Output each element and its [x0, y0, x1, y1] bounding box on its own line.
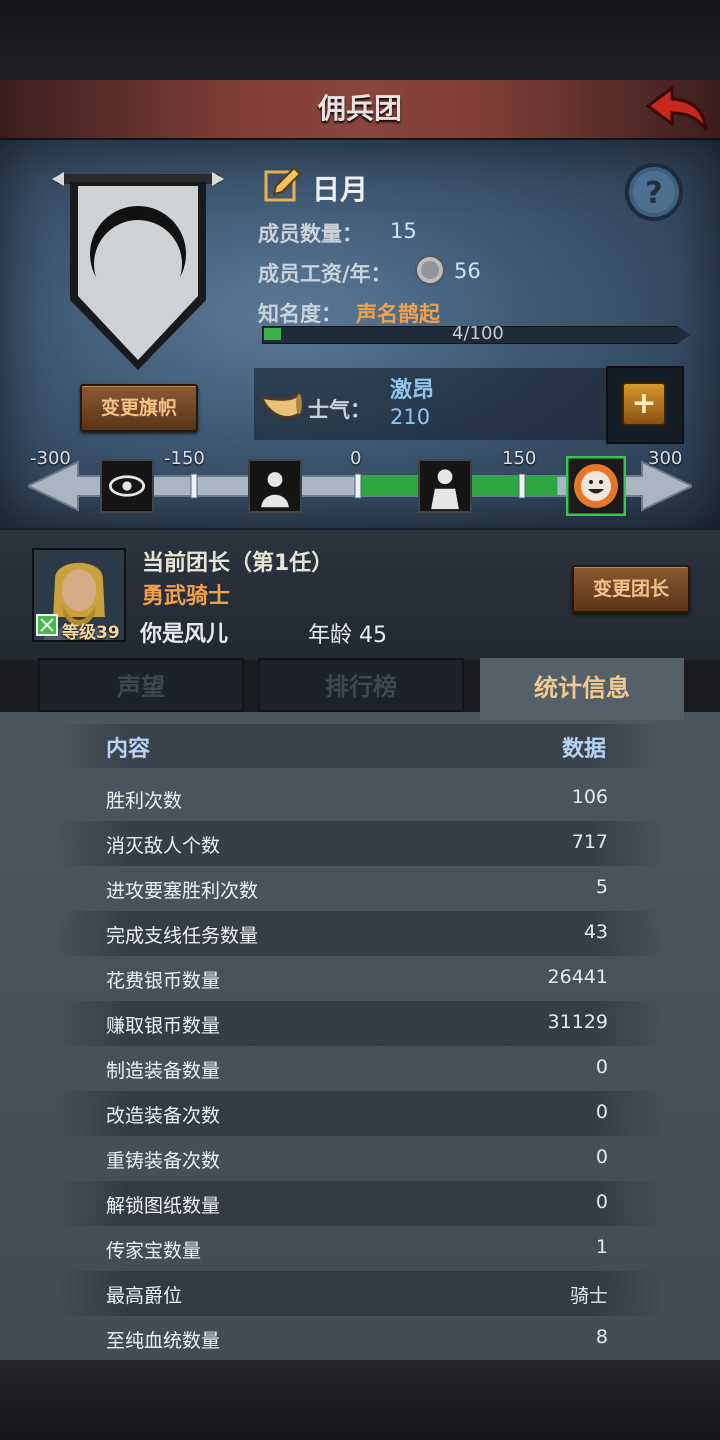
morale-value: 210	[390, 405, 431, 429]
panic-icon	[100, 459, 154, 513]
fame-progress-fill	[264, 328, 281, 340]
stat-name: 传家宝数量	[106, 1240, 202, 1262]
leader-level: 等级39	[62, 623, 120, 643]
stat-name: 改造装备次数	[106, 1105, 221, 1127]
column-header-data: 数据	[561, 737, 606, 762]
leader-name: 你是风儿	[140, 622, 229, 647]
table-row: 消灭敌人个数 717	[56, 821, 664, 866]
wage-value: 56	[454, 259, 481, 283]
horn-icon	[260, 391, 302, 418]
stat-value: 26441	[547, 966, 608, 988]
stat-name: 完成支线任务数量	[106, 925, 259, 947]
stat-value: 43	[583, 921, 608, 943]
stat-name: 解锁图纸数量	[106, 1195, 221, 1217]
stat-value: 1	[595, 1236, 608, 1258]
svg-text:?: ?	[645, 176, 662, 211]
top-band	[0, 0, 720, 80]
tab-bar: 声望 排行榜 统计信息	[30, 658, 690, 720]
tab-leaderboard[interactable]: 排行榜	[258, 658, 464, 712]
stat-name: 进攻要塞胜利次数	[106, 880, 259, 902]
table-row: 花费银币数量 26441	[56, 956, 664, 1001]
morale-tick-label: -300	[30, 448, 71, 469]
stat-name: 消灭敌人个数	[106, 835, 221, 857]
stat-value: 骑士	[569, 1285, 608, 1307]
table-row: 最高爵位 骑士	[56, 1271, 664, 1316]
help-icon[interactable]: ?	[624, 162, 684, 222]
tab-statistics[interactable]: 统计信息	[480, 658, 684, 720]
table-row: 传家宝数量 1	[56, 1226, 664, 1271]
wage-label: 成员工资/年：	[258, 262, 392, 286]
leader-class: 勇武骑士	[142, 584, 231, 609]
table-row: 至纯血统数量 8	[56, 1316, 664, 1361]
stat-value: 0	[595, 1146, 608, 1168]
stat-value: 0	[595, 1191, 608, 1213]
stat-name: 至纯血统数量	[106, 1330, 221, 1352]
stat-value: 0	[595, 1056, 608, 1078]
tab-reputation[interactable]: 声望	[38, 658, 244, 712]
morale-tick-label: 150	[502, 448, 537, 469]
stat-value: 31129	[547, 1011, 608, 1033]
morale-tick-label: 0	[350, 448, 362, 469]
column-header-content: 内容	[106, 737, 151, 762]
morale-tick-label: 300	[648, 448, 683, 469]
guild-banner-icon	[52, 172, 224, 370]
table-row: 重铸装备次数 0	[56, 1136, 664, 1181]
excited-icon	[566, 456, 626, 516]
fame-label: 知名度：	[258, 302, 342, 326]
page-title: 佣兵团	[317, 92, 402, 125]
stat-value: 0	[595, 1101, 608, 1123]
morale-add-button[interactable]: +	[622, 382, 666, 426]
change-leader-button[interactable]: 变更团长	[572, 565, 690, 613]
members-label: 成员数量：	[258, 222, 363, 246]
morale-tick-label: -150	[164, 448, 205, 469]
checkbox-icon	[36, 614, 58, 636]
despair-icon	[248, 459, 302, 513]
table-row: 胜利次数 106	[56, 776, 664, 821]
bottom-band	[0, 1360, 720, 1440]
calm-icon	[418, 459, 472, 513]
stat-value: 5	[595, 876, 608, 898]
stat-name: 花费银币数量	[106, 970, 221, 992]
stat-name: 制造装备数量	[106, 1060, 221, 1082]
table-row: 制造装备数量 0	[56, 1046, 664, 1091]
edit-name-icon[interactable]	[264, 166, 302, 204]
silver-coin-icon	[415, 255, 445, 285]
table-row: 完成支线任务数量 43	[56, 911, 664, 956]
leader-title: 当前团长（第1任）	[142, 551, 334, 576]
table-row: 进攻要塞胜利次数 5	[56, 866, 664, 911]
fame-value: 声名鹊起	[356, 302, 440, 326]
table-row: 改造装备次数 0	[56, 1091, 664, 1136]
guild-name: 日月	[312, 173, 369, 206]
change-banner-button[interactable]: 变更旗帜	[80, 384, 198, 432]
members-value: 15	[390, 219, 417, 243]
stat-name: 重铸装备次数	[106, 1150, 221, 1172]
table-row: 解锁图纸数量 0	[56, 1181, 664, 1226]
stat-name: 最高爵位	[106, 1285, 183, 1307]
morale-state: 激昂	[390, 378, 435, 403]
stat-value: 717	[571, 831, 608, 853]
table-row: 赚取银币数量 31129	[56, 1001, 664, 1046]
leader-age: 年龄 45	[308, 623, 387, 648]
morale-label: 士气：	[308, 398, 371, 422]
back-arrow-icon[interactable]	[642, 82, 712, 134]
stat-value: 8	[595, 1326, 608, 1348]
fame-progress-text: 4/100	[452, 323, 504, 344]
stat-name: 胜利次数	[106, 790, 183, 812]
stat-name: 赚取银币数量	[106, 1015, 221, 1037]
stat-value: 106	[571, 786, 608, 808]
